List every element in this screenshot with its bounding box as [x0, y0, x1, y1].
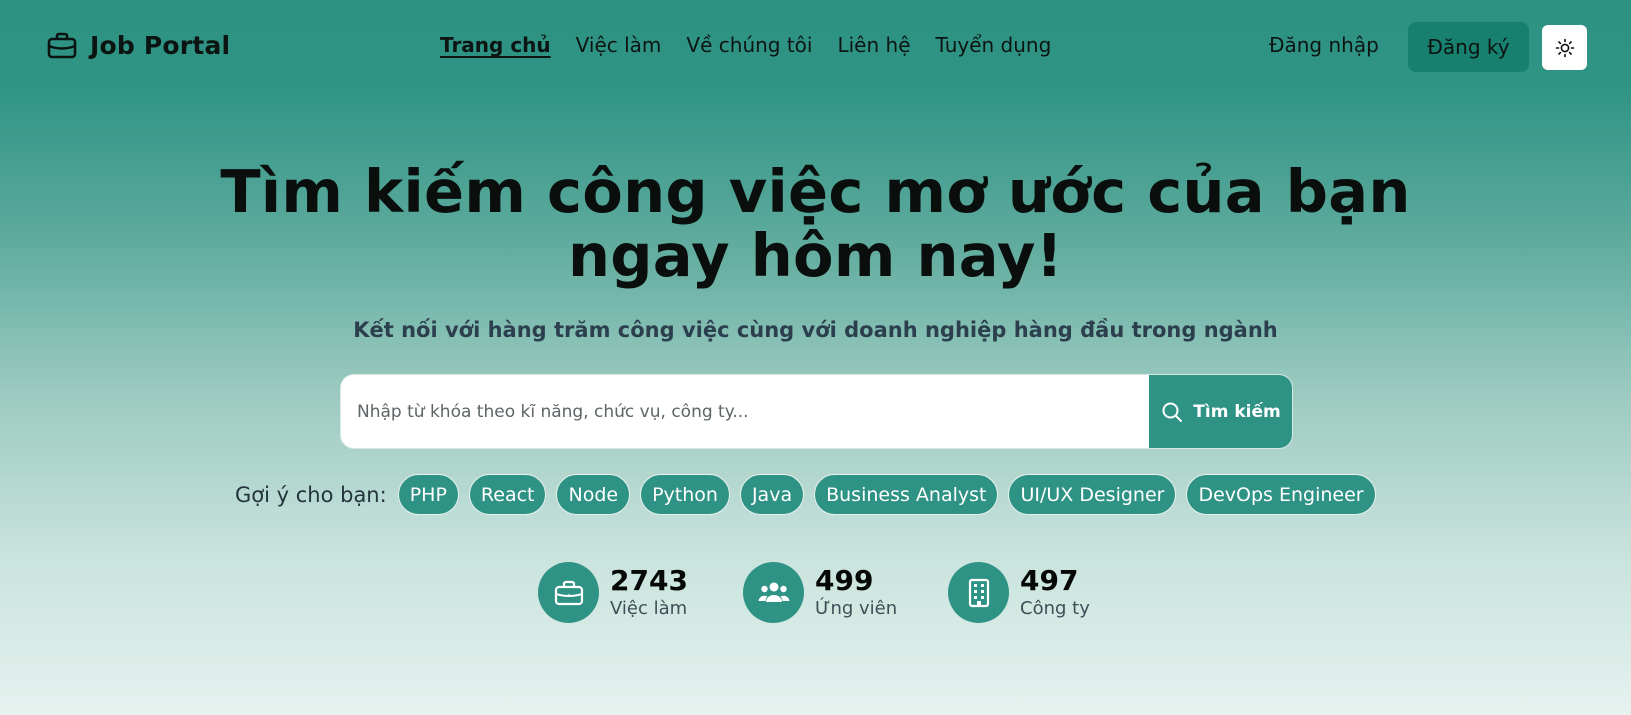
- suggestions: Gợi ý cho bạn: PHP React Node Python Jav…: [235, 474, 1376, 515]
- stat-jobs-badge: [538, 562, 599, 623]
- stat-candidates-value: 499: [815, 563, 874, 597]
- search-button-label: Tìm kiếm: [1193, 401, 1281, 422]
- stats: 2743 Việc làm 499 Ứng viên 497 Công ty: [538, 562, 1128, 623]
- nav-recruit[interactable]: Tuyển dụng: [936, 33, 1052, 57]
- theme-toggle-button[interactable]: [1542, 25, 1587, 70]
- suggestion-chip[interactable]: UI/UX Designer: [1008, 474, 1177, 515]
- stat-companies-badge: [948, 562, 1009, 623]
- nav-home[interactable]: Trang chủ: [440, 33, 551, 57]
- suggestion-chip[interactable]: PHP: [397, 474, 459, 515]
- hero-subtitle: Kết nối với hàng trăm công việc cùng với…: [353, 318, 1278, 342]
- stat-candidates-label: Ứng viên: [815, 597, 898, 619]
- briefcase-icon: [47, 32, 77, 58]
- building-icon: [968, 578, 989, 607]
- stat-jobs: 2743 Việc làm: [538, 562, 743, 623]
- nav-jobs[interactable]: Việc làm: [576, 33, 662, 57]
- hero-title-line2: ngay hôm nay!: [567, 221, 1064, 290]
- suggestion-chip[interactable]: Python: [640, 474, 730, 515]
- users-icon: [758, 582, 789, 602]
- stat-candidates: 499 Ứng viên: [743, 562, 948, 623]
- hero-title: Tìm kiếm công việc mơ ước của bạn ngay h…: [0, 160, 1631, 288]
- stat-companies-value: 497: [1020, 563, 1079, 597]
- nav-about[interactable]: Về chúng tôi: [686, 33, 812, 57]
- sun-icon: [1555, 38, 1574, 57]
- main-nav: Trang chủ Việc làm Về chúng tôi Liên hệ …: [440, 33, 1051, 57]
- search-bar: Tìm kiếm: [340, 374, 1293, 449]
- stat-companies: 497 Công ty: [948, 562, 1128, 623]
- suggestion-chip[interactable]: Node: [556, 474, 631, 515]
- login-link[interactable]: Đăng nhập: [1269, 33, 1379, 57]
- suggestions-label: Gợi ý cho bạn:: [235, 482, 387, 507]
- nav-contact[interactable]: Liên hệ: [837, 33, 910, 57]
- stat-jobs-value: 2743: [610, 563, 688, 597]
- stat-companies-label: Công ty: [1020, 597, 1090, 619]
- search-icon: [1162, 402, 1183, 422]
- logo-text: Job Portal: [90, 31, 231, 60]
- search-input[interactable]: [341, 375, 1148, 448]
- stat-jobs-label: Việc làm: [610, 597, 688, 619]
- header: Job Portal Trang chủ Việc làm Về chúng t…: [0, 0, 1631, 94]
- stat-candidates-badge: [743, 562, 804, 623]
- hero-title-line1: Tìm kiếm công việc mơ ước của bạn: [220, 157, 1411, 226]
- suggestion-chip[interactable]: React: [468, 474, 547, 515]
- briefcase-icon: [554, 580, 583, 605]
- suggestion-chip[interactable]: Business Analyst: [814, 474, 999, 515]
- signup-button[interactable]: Đăng ký: [1408, 22, 1529, 72]
- search-button[interactable]: Tìm kiếm: [1149, 375, 1292, 448]
- logo[interactable]: Job Portal: [47, 31, 230, 60]
- suggestion-chip[interactable]: DevOps Engineer: [1186, 474, 1376, 515]
- suggestion-chip[interactable]: Java: [739, 474, 805, 515]
